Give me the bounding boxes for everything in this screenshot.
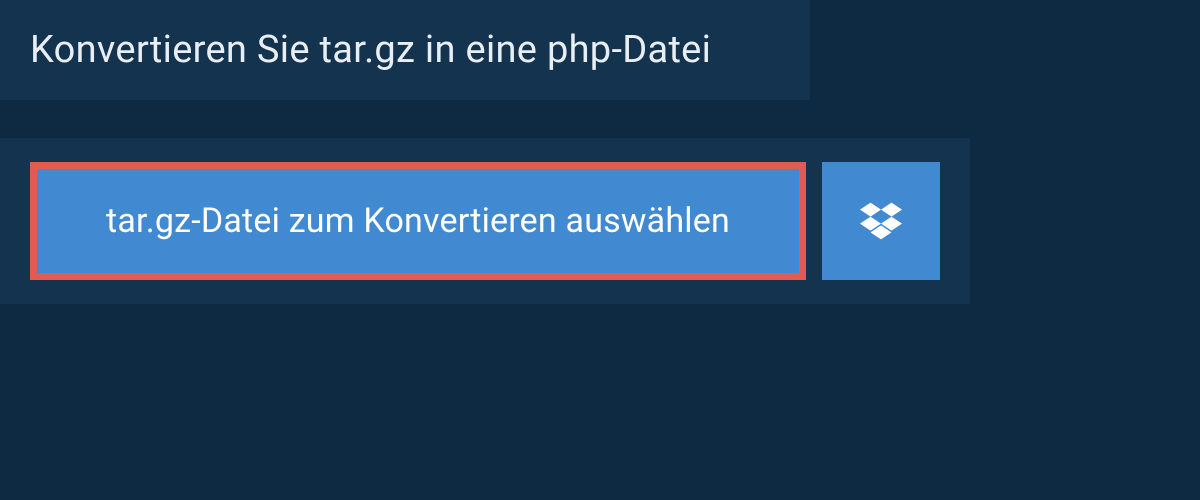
file-select-button[interactable]: tar.gz-Datei zum Konvertieren auswählen xyxy=(30,162,806,280)
page-title: Konvertieren Sie tar.gz in eine php-Date… xyxy=(30,28,780,72)
dropbox-button[interactable] xyxy=(822,162,940,280)
header-bar: Konvertieren Sie tar.gz in eine php-Date… xyxy=(0,0,810,100)
upload-panel: tar.gz-Datei zum Konvertieren auswählen xyxy=(0,138,970,304)
file-select-label: tar.gz-Datei zum Konvertieren auswählen xyxy=(106,201,730,241)
dropbox-icon xyxy=(860,202,902,240)
